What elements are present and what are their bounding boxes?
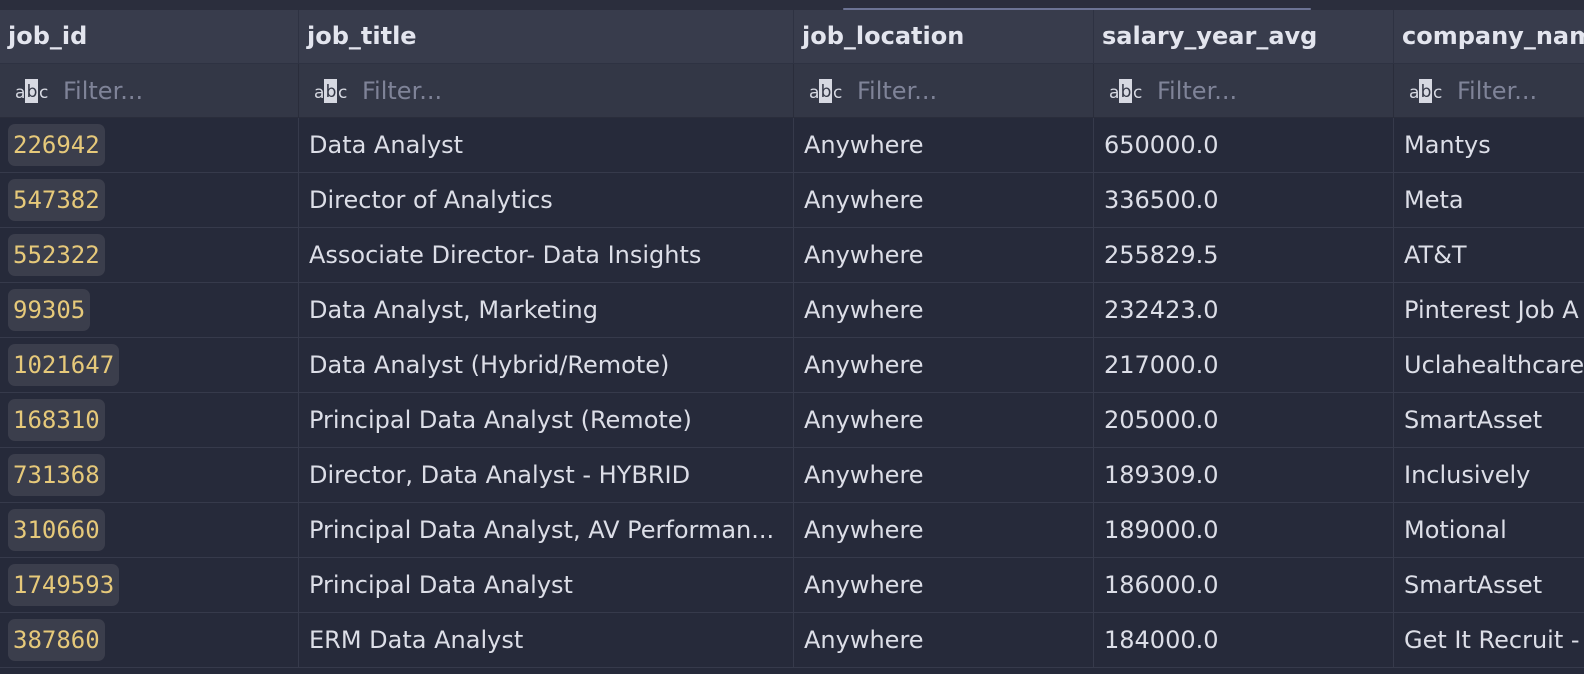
filter-input-job-location[interactable] (857, 64, 1077, 117)
text-type-icon: abc (809, 79, 843, 103)
cell-job-id[interactable]: 547382 (0, 173, 299, 227)
filter-input-job-id[interactable] (63, 64, 283, 117)
cell-job-id[interactable]: 387860 (0, 613, 299, 667)
job-id-value: 1749593 (8, 564, 120, 606)
column-header-salary-year-avg[interactable]: salary_year_avg (1094, 10, 1394, 63)
cell-job-id[interactable]: 99305 (0, 283, 299, 337)
cell-company-name[interactable]: Pinterest Job A (1394, 283, 1584, 337)
table-row[interactable]: 547382 Director of Analytics Anywhere 33… (0, 173, 1584, 228)
cell-job-title[interactable]: Data Analyst (299, 118, 794, 172)
cell-job-location[interactable]: Anywhere (794, 228, 1094, 282)
column-header-row: job_id job_title job_location salary_yea… (0, 10, 1584, 64)
filter-cell-job-title: abc (299, 64, 794, 117)
cell-job-location[interactable]: Anywhere (794, 118, 1094, 172)
job-id-value: 552322 (8, 234, 105, 276)
table-row[interactable]: 731368 Director, Data Analyst - HYBRID A… (0, 448, 1584, 503)
cell-job-title[interactable]: Principal Data Analyst, AV Performan... (299, 503, 794, 557)
text-type-icon: abc (314, 79, 348, 103)
cell-company-name[interactable]: Get It Recruit - (1394, 613, 1584, 667)
top-toolbar-strip (0, 0, 1584, 10)
cell-job-title[interactable]: Principal Data Analyst (Remote) (299, 393, 794, 447)
table-row[interactable]: 1021647 Data Analyst (Hybrid/Remote) Any… (0, 338, 1584, 393)
cell-company-name[interactable]: AT&T (1394, 228, 1584, 282)
filter-cell-job-id: abc (0, 64, 299, 117)
cell-job-title[interactable]: Data Analyst, Marketing (299, 283, 794, 337)
cell-job-title[interactable]: Data Analyst (Hybrid/Remote) (299, 338, 794, 392)
text-type-icon: abc (1409, 79, 1443, 103)
cell-job-id[interactable]: 1749593 (0, 558, 299, 612)
filter-cell-job-location: abc (794, 64, 1094, 117)
column-header-company-name[interactable]: company_nam (1394, 10, 1584, 63)
job-id-value: 168310 (8, 399, 105, 441)
cell-company-name[interactable]: SmartAsset (1394, 393, 1584, 447)
cell-salary-year-avg[interactable]: 336500.0 (1094, 173, 1394, 227)
cell-salary-year-avg[interactable]: 255829.5 (1094, 228, 1394, 282)
column-header-job-title[interactable]: job_title (299, 10, 794, 63)
filter-cell-company-name: abc (1394, 64, 1584, 117)
cell-job-id[interactable]: 226942 (0, 118, 299, 172)
table-row[interactable]: 552322 Associate Director- Data Insights… (0, 228, 1584, 283)
filter-input-company-name[interactable] (1457, 64, 1584, 117)
job-id-value: 387860 (8, 619, 105, 661)
cell-job-location[interactable]: Anywhere (794, 503, 1094, 557)
cell-job-id[interactable]: 731368 (0, 448, 299, 502)
text-type-icon: abc (1109, 79, 1143, 103)
job-id-value: 99305 (8, 289, 91, 331)
cell-salary-year-avg[interactable]: 232423.0 (1094, 283, 1394, 337)
cell-company-name[interactable]: SmartAsset (1394, 558, 1584, 612)
job-id-value: 310660 (8, 509, 105, 551)
cell-salary-year-avg[interactable]: 217000.0 (1094, 338, 1394, 392)
cell-job-title[interactable]: ERM Data Analyst (299, 613, 794, 667)
cell-company-name[interactable]: Uclahealthcare (1394, 338, 1584, 392)
cell-job-location[interactable]: Anywhere (794, 173, 1094, 227)
cell-salary-year-avg[interactable]: 189309.0 (1094, 448, 1394, 502)
cell-job-location[interactable]: Anywhere (794, 283, 1094, 337)
filter-input-job-title[interactable] (362, 64, 582, 117)
cell-salary-year-avg[interactable]: 650000.0 (1094, 118, 1394, 172)
table-row[interactable]: 99305 Data Analyst, Marketing Anywhere 2… (0, 283, 1584, 338)
table-row[interactable]: 226942 Data Analyst Anywhere 650000.0 Ma… (0, 118, 1584, 173)
cell-job-id[interactable]: 168310 (0, 393, 299, 447)
cell-salary-year-avg[interactable]: 205000.0 (1094, 393, 1394, 447)
column-header-job-id[interactable]: job_id (0, 10, 299, 63)
cell-job-title[interactable]: Principal Data Analyst (299, 558, 794, 612)
cell-job-location[interactable]: Anywhere (794, 393, 1094, 447)
cell-company-name[interactable]: Mantys (1394, 118, 1584, 172)
cell-company-name[interactable]: Inclusively (1394, 448, 1584, 502)
cell-job-id[interactable]: 1021647 (0, 338, 299, 392)
job-id-value: 1021647 (8, 344, 120, 386)
cell-job-location[interactable]: Anywhere (794, 613, 1094, 667)
table-row[interactable]: 387860 ERM Data Analyst Anywhere 184000.… (0, 613, 1584, 668)
table-row[interactable]: 1749593 Principal Data Analyst Anywhere … (0, 558, 1584, 613)
results-grid: job_id job_title job_location salary_yea… (0, 10, 1584, 674)
cell-job-title[interactable]: Director of Analytics (299, 173, 794, 227)
cell-job-location[interactable]: Anywhere (794, 338, 1094, 392)
table-row[interactable]: 310660 Principal Data Analyst, AV Perfor… (0, 503, 1584, 558)
cell-salary-year-avg[interactable]: 184000.0 (1094, 613, 1394, 667)
cell-job-location[interactable]: Anywhere (794, 558, 1094, 612)
filter-row: abc abc abc abc abc (0, 64, 1584, 118)
column-header-job-location[interactable]: job_location (794, 10, 1094, 63)
cell-job-id[interactable]: 552322 (0, 228, 299, 282)
job-id-value: 226942 (8, 124, 105, 166)
job-id-value: 731368 (8, 454, 105, 496)
text-type-icon: abc (15, 79, 49, 103)
cell-job-title[interactable]: Associate Director- Data Insights (299, 228, 794, 282)
table-row[interactable]: 168310 Principal Data Analyst (Remote) A… (0, 393, 1584, 448)
cell-job-id[interactable]: 310660 (0, 503, 299, 557)
filter-cell-salary-year-avg: abc (1094, 64, 1394, 117)
filter-input-salary-year-avg[interactable] (1157, 64, 1377, 117)
cell-company-name[interactable]: Meta (1394, 173, 1584, 227)
job-id-value: 547382 (8, 179, 105, 221)
cell-salary-year-avg[interactable]: 186000.0 (1094, 558, 1394, 612)
cell-company-name[interactable]: Motional (1394, 503, 1584, 557)
cell-job-location[interactable]: Anywhere (794, 448, 1094, 502)
cell-salary-year-avg[interactable]: 189000.0 (1094, 503, 1394, 557)
cell-job-title[interactable]: Director, Data Analyst - HYBRID (299, 448, 794, 502)
